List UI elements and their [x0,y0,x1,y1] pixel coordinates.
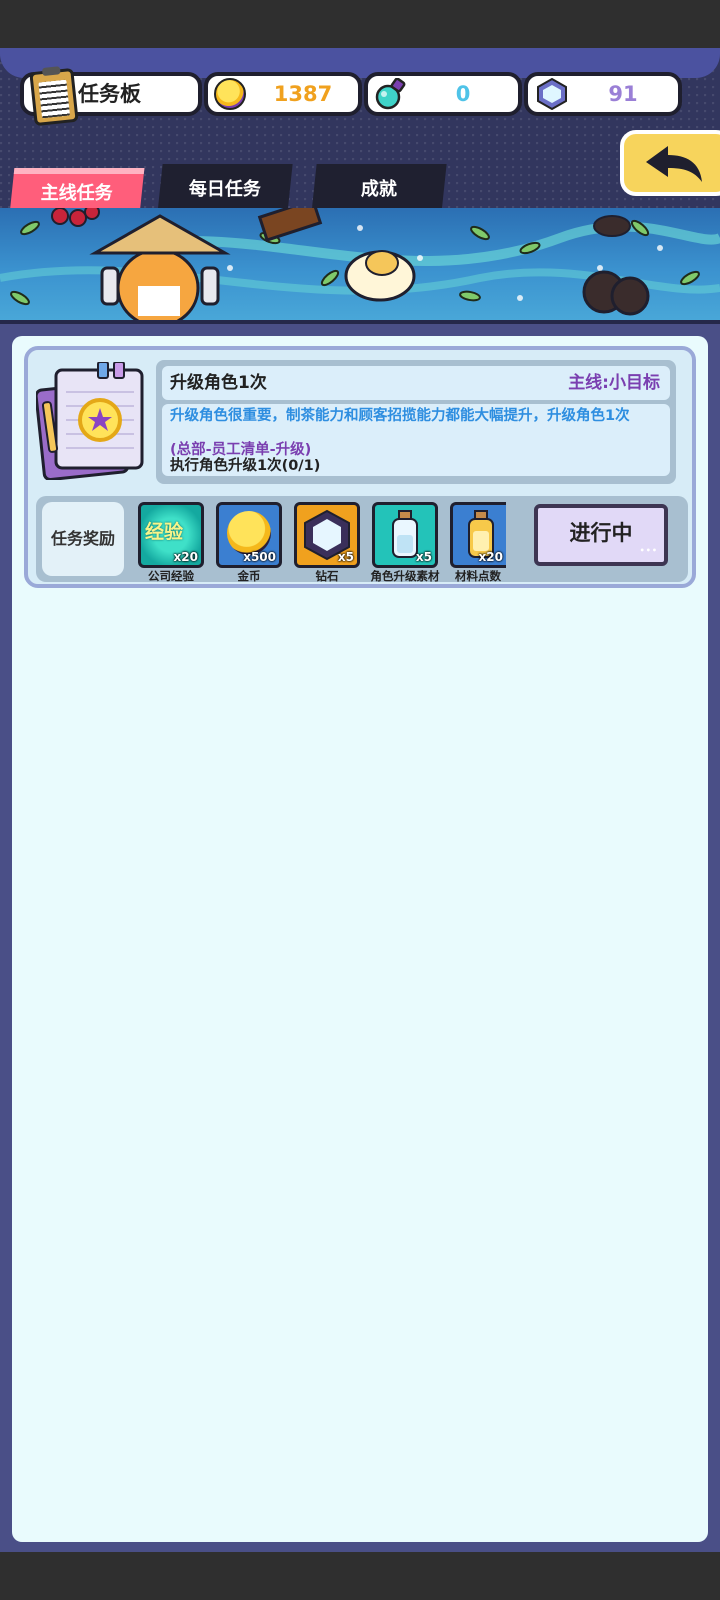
reward-qty: x5 [337,550,354,564]
reward-qty: x500 [243,550,276,564]
task-info: 升级角色1次 主线:小目标 升级角色很重要，制茶能力和顾客招揽能力都能大幅提升，… [156,360,676,484]
reward-qty: x20 [478,550,503,564]
page-title: 任务板 [78,82,141,106]
task-progress: 执行角色升级1次(0/1) [170,458,321,474]
reward-row: 任务奖励 经验 x20 公司经验 x500 金币 x5 钻石 x5 角色升级素材… [36,496,688,583]
task-title-bar: 升级角色1次 主线:小目标 [162,366,670,400]
gem-counter[interactable]: 91 [524,72,682,116]
system-nav-bar [0,1552,720,1600]
gold-counter[interactable]: 1387 [204,72,362,116]
gem-value: 91 [608,82,638,106]
task-status-button[interactable]: 进行中 [534,504,668,576]
reward-exp[interactable]: 经验 x20 [138,502,204,568]
back-arrow-icon [646,146,702,182]
diamond-icon [537,78,567,110]
potion-value: 0 [455,82,471,106]
potion-counter[interactable]: 0 [364,72,522,116]
clipboard-icon [29,67,79,127]
task-type: 主线:小目标 [568,373,660,393]
exp-icon: 经验 [145,521,184,543]
reward-material-points[interactable]: x20 [450,502,506,568]
task-location-hint: (总部-员工清单-升级) [170,442,312,458]
reward-qty: x20 [173,550,198,564]
reward-upgrade-material[interactable]: x5 [372,502,438,568]
title-pill: 任务板 [20,67,202,127]
potion-icon [375,78,406,110]
reward-name: 公司经验 [148,569,194,583]
banner-illustration [0,208,720,324]
task-board-screen: 任务板 1387 0 91 主线任务 每日任务 成就 升级角色1次 主线:小目标… [0,48,720,1552]
header-area: 任务板 1387 0 91 主线任务 每日任务 成就 [0,48,720,214]
task-list: 升级角色1次 主线:小目标 升级角色很重要，制茶能力和顾客招揽能力都能大幅提升，… [12,336,708,1542]
reward-diamond[interactable]: x5 [294,502,360,568]
reward-name: 钻石 [315,569,339,583]
reward-gold[interactable]: x500 [216,502,282,568]
tab-daily-quests[interactable]: 每日任务 [157,164,293,214]
reward-name: 角色升级素材 [370,569,440,583]
task-description-box: 升级角色很重要，制茶能力和顾客招揽能力都能大幅提升，升级角色1次 (总部-员工清… [162,404,670,476]
reward-qty: x5 [415,550,432,564]
task-card: 升级角色1次 主线:小目标 升级角色很重要，制茶能力和顾客招揽能力都能大幅提升，… [24,346,696,588]
tab-achievements[interactable]: 成就 [311,164,447,214]
task-description: 升级角色很重要，制茶能力和顾客招揽能力都能大幅提升，升级角色1次 [170,408,630,424]
gold-value: 1387 [273,82,333,106]
reward-name: 材料点数 [455,569,501,583]
reward-name: 金币 [237,569,261,583]
banner-art [0,208,720,320]
gold-coin-icon [227,511,271,555]
system-status-bar [0,0,720,48]
task-notebook-icon [36,362,144,480]
gold-coin-icon [214,78,246,110]
task-title: 升级角色1次 [170,373,267,393]
back-button[interactable] [620,130,720,196]
reward-label: 任务奖励 [42,502,124,576]
